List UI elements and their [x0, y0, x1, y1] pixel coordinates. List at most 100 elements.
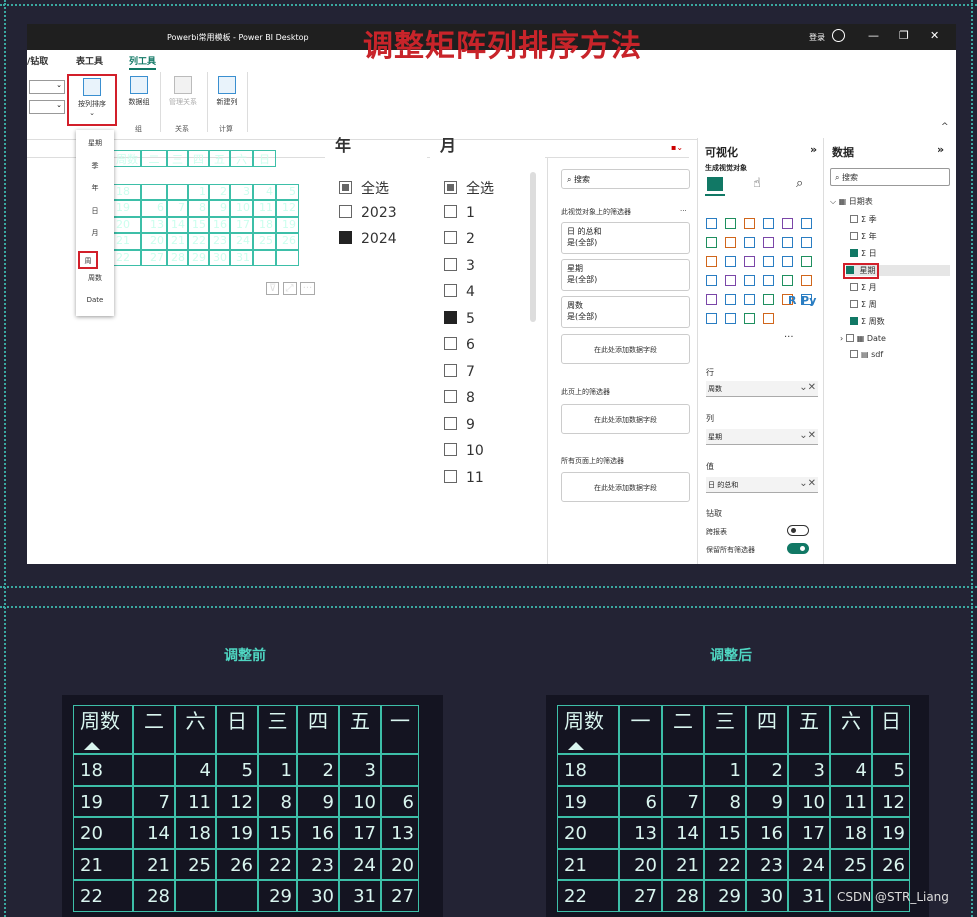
- visual-type-icon[interactable]: [763, 313, 774, 324]
- manage-relationships-button[interactable]: 管理关系: [165, 76, 201, 107]
- visual-type-icon[interactable]: [744, 218, 755, 229]
- python-visual-icon[interactable]: Py: [801, 294, 816, 307]
- visual-type-icon[interactable]: [801, 218, 812, 229]
- visual-type-icon[interactable]: [763, 237, 774, 248]
- visual-type-icon[interactable]: [744, 237, 755, 248]
- data-field-item[interactable]: Σ 月: [850, 282, 877, 293]
- sort-menu-item[interactable]: 周: [78, 250, 98, 269]
- visual-header-icons[interactable]: ⊽ ⤢ ···: [266, 282, 316, 295]
- visual-type-icon[interactable]: [725, 294, 736, 305]
- year-slicer-option[interactable]: 全选: [339, 178, 389, 198]
- visual-type-icon[interactable]: [782, 275, 793, 286]
- add-visual-filter-field[interactable]: 在此处添加数据字段: [561, 334, 690, 364]
- new-column-button[interactable]: 新建列: [212, 76, 242, 107]
- month-slicer-scrollbar[interactable]: [530, 172, 536, 322]
- data-field-item[interactable]: Σ 周: [850, 299, 877, 310]
- visual-type-icon[interactable]: [725, 313, 736, 324]
- remove-field-icon[interactable]: ⌄✕: [799, 478, 816, 489]
- month-slicer-option[interactable]: 1: [444, 204, 475, 221]
- month-slicer-option[interactable]: 7: [444, 363, 475, 380]
- month-slicer-option[interactable]: 3: [444, 257, 475, 274]
- sort-menu-item[interactable]: Date: [76, 296, 114, 304]
- focus-mode-icon[interactable]: ⤢: [282, 282, 297, 295]
- restore-button[interactable]: ❐: [899, 29, 909, 42]
- filter-card-week-number[interactable]: 周数 是(全部): [561, 296, 690, 328]
- rows-well[interactable]: 周数 ⌄✕: [706, 381, 818, 397]
- data-field-item[interactable]: Σ 年: [850, 231, 877, 242]
- sort-menu-item[interactable]: 年: [76, 183, 114, 193]
- visual-type-icon[interactable]: [744, 256, 755, 267]
- visual-type-icon[interactable]: [801, 237, 812, 248]
- filter-card-sum-day[interactable]: 日 的总和 是(全部): [561, 222, 690, 254]
- date-field-node[interactable]: › ▦ Date: [840, 334, 886, 343]
- cross-report-toggle[interactable]: [787, 525, 809, 536]
- month-slicer-option[interactable]: 9: [444, 416, 475, 433]
- visual-type-icon[interactable]: [725, 237, 736, 248]
- minimize-button[interactable]: —: [868, 29, 879, 42]
- month-slicer-option[interactable]: 4: [444, 284, 475, 300]
- add-page-filter-field[interactable]: 在此处添加数据字段: [561, 404, 690, 434]
- filter-icon[interactable]: ⊽: [266, 282, 280, 295]
- visual-type-icon[interactable]: [782, 237, 793, 248]
- more-options-icon[interactable]: ···: [299, 282, 316, 295]
- sort-menu-item[interactable]: 周数: [76, 273, 114, 283]
- sort-menu-item[interactable]: 星期: [76, 138, 114, 148]
- values-well[interactable]: 日 的总和 ⌄✕: [706, 477, 818, 493]
- remove-field-icon[interactable]: ⌄✕: [799, 382, 816, 393]
- more-visuals-icon[interactable]: ···: [784, 332, 794, 343]
- visual-type-icon[interactable]: [706, 294, 717, 305]
- visual-type-icon[interactable]: [782, 218, 793, 229]
- sort-by-column-button[interactable]: 按列排序 ⌄: [67, 74, 117, 126]
- tab-drill[interactable]: /钻取: [27, 54, 48, 67]
- remove-field-icon[interactable]: ⌄✕: [799, 430, 816, 441]
- visual-type-icon[interactable]: [744, 275, 755, 286]
- keep-filters-toggle[interactable]: [787, 543, 809, 554]
- analytics-icon[interactable]: ⌕: [796, 176, 803, 191]
- sort-menu-item[interactable]: 月: [76, 228, 114, 238]
- visual-type-icon[interactable]: [763, 275, 774, 286]
- year-slicer-option[interactable]: 2024: [339, 231, 397, 247]
- month-slicer-option[interactable]: 8: [444, 390, 475, 406]
- data-field-item[interactable]: Σ 季: [850, 214, 877, 225]
- month-slicer-option[interactable]: 2: [444, 231, 475, 247]
- visual-type-icon[interactable]: [801, 256, 812, 267]
- r-visual-icon[interactable]: R: [788, 294, 796, 307]
- visual-type-icon[interactable]: [763, 294, 774, 305]
- month-slicer-option[interactable]: 10: [444, 443, 484, 459]
- date-table-node[interactable]: ⌵ ▦ 日期表: [830, 196, 873, 207]
- collapse-ribbon-icon[interactable]: ^: [941, 122, 949, 132]
- filter-card-weekday[interactable]: 星期 是(全部): [561, 259, 690, 291]
- visual-type-icon[interactable]: [763, 218, 774, 229]
- visual-type-icon[interactable]: [744, 294, 755, 305]
- sort-menu-item[interactable]: 日: [76, 206, 114, 216]
- visual-type-icon[interactable]: [744, 313, 755, 324]
- month-slicer-option[interactable]: 11: [444, 469, 484, 486]
- formula-dropdown-icon[interactable]: ▪⌄: [671, 143, 683, 152]
- format-visual-icon[interactable]: ☝: [753, 176, 761, 191]
- visual-type-icon[interactable]: [725, 256, 736, 267]
- visual-type-icon[interactable]: [706, 256, 717, 267]
- month-slicer-option[interactable]: 6: [444, 337, 475, 353]
- data-search-input[interactable]: ⌕ 搜索: [830, 168, 950, 186]
- visual-type-icon[interactable]: [725, 218, 736, 229]
- visual-type-icon[interactable]: [782, 256, 793, 267]
- visual-type-icon[interactable]: [706, 218, 717, 229]
- visual-type-icon[interactable]: [763, 256, 774, 267]
- build-visual-tab[interactable]: [705, 174, 725, 196]
- data-groups-button[interactable]: 数据组: [124, 76, 154, 107]
- tab-column-tools[interactable]: 列工具: [129, 54, 157, 70]
- add-all-pages-filter-field[interactable]: 在此处添加数据字段: [561, 472, 690, 502]
- close-button[interactable]: ✕: [930, 29, 939, 42]
- visual-type-icon[interactable]: [801, 275, 812, 286]
- sort-menu-item[interactable]: 季: [76, 161, 114, 171]
- visual-type-icon[interactable]: [725, 275, 736, 286]
- data-field-item[interactable]: Σ 日: [850, 248, 877, 259]
- account-icon[interactable]: [832, 29, 845, 42]
- more-icon[interactable]: ···: [680, 207, 687, 215]
- month-slicer-option[interactable]: 5: [444, 310, 475, 327]
- login-button[interactable]: 登录: [809, 32, 825, 43]
- columns-well[interactable]: 星期 ⌄✕: [706, 429, 818, 445]
- month-slicer-option[interactable]: 全选: [444, 178, 494, 198]
- visual-type-icon[interactable]: [706, 275, 717, 286]
- tab-table-tools[interactable]: 表工具: [76, 54, 103, 67]
